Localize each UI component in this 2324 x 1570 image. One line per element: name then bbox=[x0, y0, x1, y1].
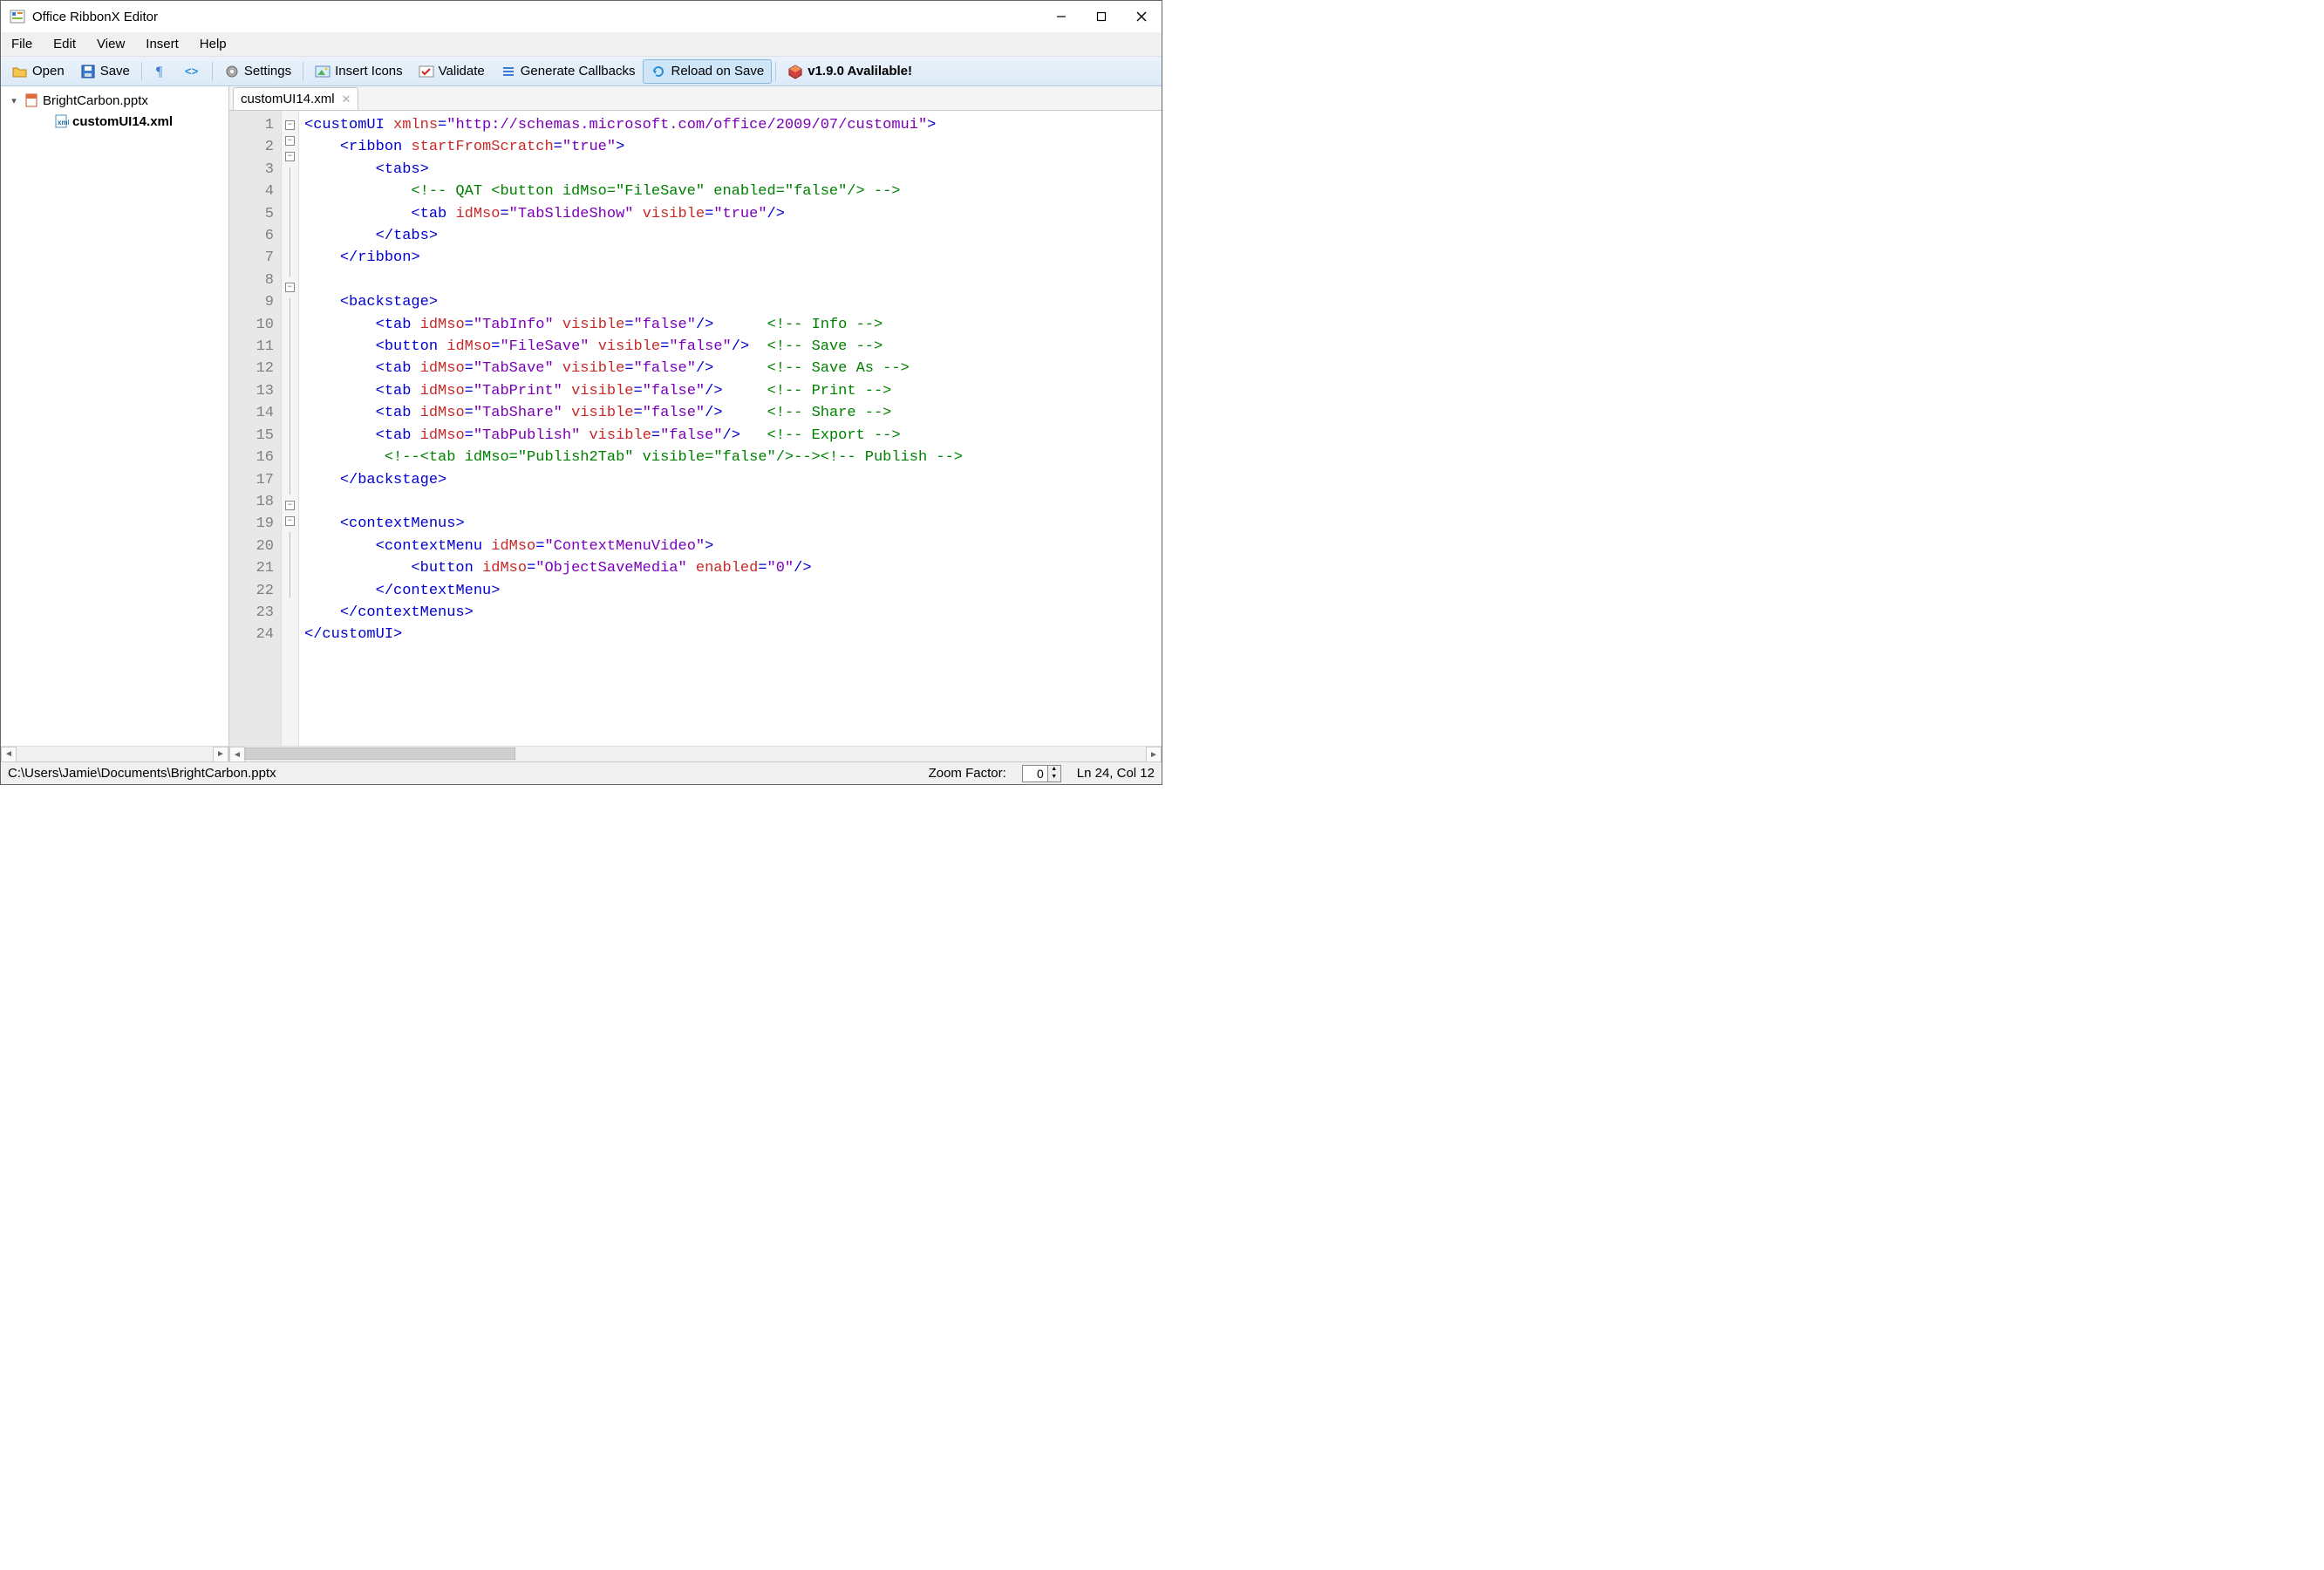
toolbar: Open Save ¶ <> Settings Insert Icons Val… bbox=[1, 57, 1162, 86]
save-button[interactable]: Save bbox=[72, 59, 138, 84]
scroll-right-icon[interactable]: ► bbox=[1146, 747, 1162, 762]
insert-icons-label: Insert Icons bbox=[335, 64, 403, 78]
zoom-up-icon[interactable]: ▲ bbox=[1048, 766, 1060, 774]
toolbar-separator bbox=[141, 62, 142, 81]
status-bar: C:\Users\Jamie\Documents\BrightCarbon.pp… bbox=[1, 761, 1162, 784]
scroll-left-icon[interactable]: ◄ bbox=[1, 747, 17, 762]
svg-text:<>: <> bbox=[185, 65, 199, 78]
line-number-gutter: 1 2 3 4 5 6 7 8 9 10 11 12 13 14 15 16 1… bbox=[229, 111, 282, 746]
cursor-position: Ln 24, Col 12 bbox=[1077, 766, 1155, 781]
editor-scrollbar[interactable]: ◄ ► bbox=[229, 746, 1162, 761]
menu-view[interactable]: View bbox=[92, 35, 130, 53]
reload-icon bbox=[651, 64, 666, 79]
menu-insert[interactable]: Insert bbox=[140, 35, 184, 53]
scroll-left-icon[interactable]: ◄ bbox=[229, 747, 245, 762]
gear-icon bbox=[224, 64, 240, 79]
pilcrow-icon: ¶ bbox=[153, 64, 169, 79]
insert-icons-button[interactable]: Insert Icons bbox=[307, 59, 411, 84]
sidebar-scrollbar[interactable]: ◄ ► bbox=[1, 746, 228, 761]
editor-tab[interactable]: customUI14.xml ✕ bbox=[233, 87, 358, 110]
svg-text:xml: xml bbox=[58, 119, 69, 126]
package-icon bbox=[787, 64, 803, 79]
scroll-right-icon[interactable]: ► bbox=[213, 747, 228, 762]
scroll-track[interactable] bbox=[245, 747, 1146, 761]
zoom-value[interactable]: 0 bbox=[1023, 767, 1047, 781]
save-icon bbox=[80, 64, 96, 79]
menu-help[interactable]: Help bbox=[194, 35, 232, 53]
image-icon bbox=[315, 64, 331, 79]
app-icon bbox=[10, 9, 25, 24]
tag-button[interactable]: <> bbox=[177, 59, 208, 84]
toolbar-separator bbox=[775, 62, 776, 81]
editor-pane: customUI14.xml ✕ 1 2 3 4 5 6 7 8 9 10 11… bbox=[229, 86, 1162, 761]
open-button[interactable]: Open bbox=[4, 59, 72, 84]
folder-open-icon bbox=[12, 64, 28, 79]
code-content[interactable]: <customUI xmlns="http://schemas.microsof… bbox=[299, 111, 1162, 746]
generate-callbacks-label: Generate Callbacks bbox=[521, 64, 636, 78]
tree-child-item[interactable]: xml customUI14.xml bbox=[1, 111, 228, 132]
tree-view[interactable]: ▾ BrightCarbon.pptx xml customUI14.xml bbox=[1, 86, 228, 746]
minimize-button[interactable] bbox=[1041, 1, 1081, 32]
pilcrow-button[interactable]: ¶ bbox=[146, 59, 177, 84]
zoom-spinner[interactable]: 0 ▲ ▼ bbox=[1022, 765, 1061, 782]
open-label: Open bbox=[32, 64, 65, 78]
validate-icon bbox=[419, 64, 434, 79]
maximize-button[interactable] bbox=[1081, 1, 1121, 32]
window-title: Office RibbonX Editor bbox=[32, 10, 158, 24]
xml-file-icon: xml bbox=[53, 113, 69, 129]
app-window: Office RibbonX Editor File Edit View Ins… bbox=[0, 0, 1162, 785]
tree-child-label: customUI14.xml bbox=[72, 114, 173, 129]
toolbar-separator bbox=[212, 62, 213, 81]
zoom-label: Zoom Factor: bbox=[929, 766, 1006, 781]
validate-label: Validate bbox=[439, 64, 485, 78]
generate-callbacks-button[interactable]: Generate Callbacks bbox=[493, 59, 644, 84]
close-button[interactable] bbox=[1121, 1, 1162, 32]
title-bar: Office RibbonX Editor bbox=[1, 1, 1162, 32]
main-split: ▾ BrightCarbon.pptx xml customUI14.xml ◄… bbox=[1, 86, 1162, 761]
code-brackets-icon: <> bbox=[185, 64, 201, 79]
close-tab-icon[interactable]: ✕ bbox=[342, 92, 351, 106]
version-label: v1.9.0 Avalilable! bbox=[808, 64, 912, 78]
menu-bar: File Edit View Insert Help bbox=[1, 32, 1162, 57]
scroll-thumb[interactable] bbox=[245, 747, 515, 760]
sidebar: ▾ BrightCarbon.pptx xml customUI14.xml ◄… bbox=[1, 86, 229, 761]
reload-on-save-button[interactable]: Reload on Save bbox=[643, 59, 772, 84]
tree-root-item[interactable]: ▾ BrightCarbon.pptx bbox=[1, 90, 228, 111]
settings-button[interactable]: Settings bbox=[216, 59, 299, 84]
menu-file[interactable]: File bbox=[6, 35, 37, 53]
reload-label: Reload on Save bbox=[671, 64, 764, 78]
menu-edit[interactable]: Edit bbox=[48, 35, 81, 53]
status-path: C:\Users\Jamie\Documents\BrightCarbon.pp… bbox=[8, 766, 276, 781]
pptx-file-icon bbox=[24, 92, 39, 108]
svg-text:¶: ¶ bbox=[156, 65, 163, 79]
fold-column[interactable]: −−− − −− bbox=[282, 111, 299, 746]
code-editor[interactable]: 1 2 3 4 5 6 7 8 9 10 11 12 13 14 15 16 1… bbox=[229, 111, 1162, 746]
tree-root-label: BrightCarbon.pptx bbox=[43, 93, 148, 108]
version-button[interactable]: v1.9.0 Avalilable! bbox=[780, 59, 920, 84]
chevron-down-icon[interactable]: ▾ bbox=[8, 95, 20, 106]
validate-button[interactable]: Validate bbox=[411, 59, 493, 84]
editor-tab-label: customUI14.xml bbox=[241, 92, 335, 106]
save-label: Save bbox=[100, 64, 130, 78]
settings-label: Settings bbox=[244, 64, 291, 78]
editor-tabbar: customUI14.xml ✕ bbox=[229, 86, 1162, 111]
list-icon bbox=[501, 64, 516, 79]
zoom-down-icon[interactable]: ▼ bbox=[1048, 774, 1060, 782]
